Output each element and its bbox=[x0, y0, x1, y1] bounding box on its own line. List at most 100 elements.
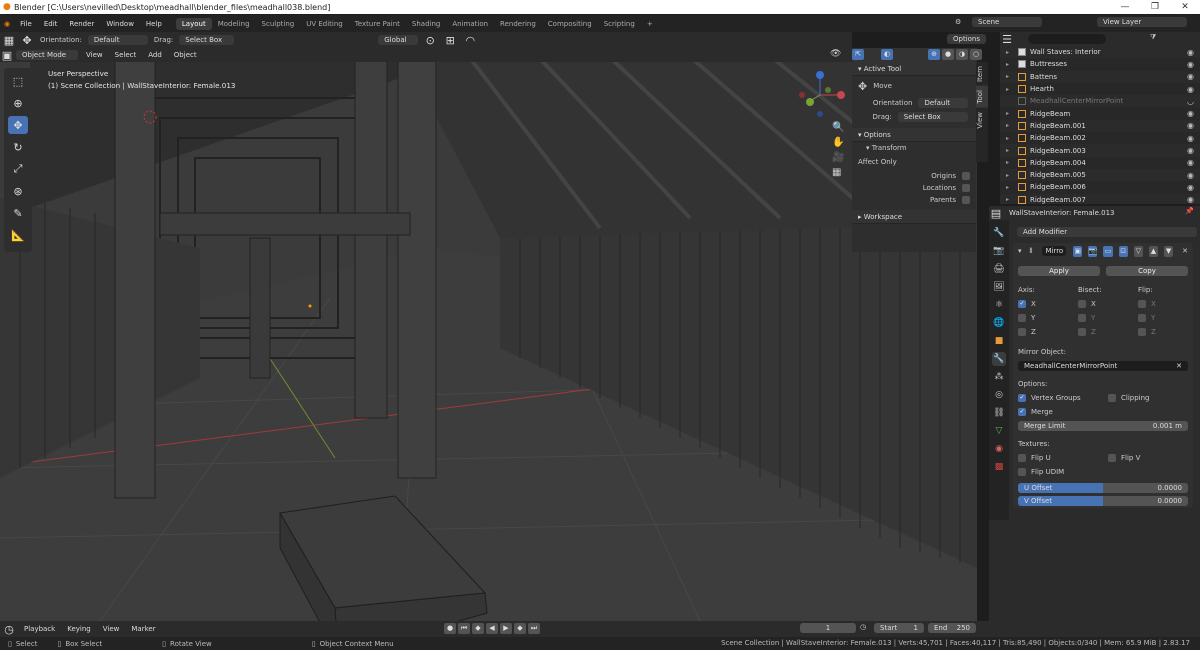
flip-y-checkbox[interactable] bbox=[1138, 314, 1146, 322]
maximize-button[interactable]: ❐ bbox=[1140, 0, 1170, 14]
list-item[interactable]: ▸ Battens ◉ bbox=[1000, 70, 1200, 83]
minimize-button[interactable]: — bbox=[1110, 0, 1140, 14]
menu-help[interactable]: Help bbox=[140, 20, 168, 28]
menu-select[interactable]: Select bbox=[109, 51, 143, 59]
move-icon[interactable]: ✥ bbox=[8, 116, 28, 134]
cage-toggle-icon[interactable]: ⊡ bbox=[1118, 245, 1128, 257]
add-modifier-dropdown[interactable]: Add Modifier bbox=[1017, 227, 1197, 237]
grid-view-icon[interactable]: ▦ bbox=[832, 167, 844, 178]
options-header[interactable]: ▾ Options bbox=[852, 128, 976, 142]
scene-props-icon[interactable]: ⚛ bbox=[992, 298, 1006, 312]
filter-icon[interactable]: ⧩ bbox=[1150, 33, 1156, 42]
material-props-icon[interactable]: ◉ bbox=[992, 442, 1006, 456]
move-down-icon[interactable]: ▼ bbox=[1163, 245, 1174, 257]
next-key-icon[interactable]: ◆ bbox=[514, 623, 526, 634]
scene-selector[interactable]: Scene bbox=[972, 17, 1042, 27]
transform-orientation-dropdown[interactable]: Global bbox=[378, 35, 419, 45]
flip-udim-checkbox[interactable] bbox=[1018, 468, 1026, 476]
menu-view[interactable]: View bbox=[80, 51, 109, 59]
tab-animation[interactable]: Animation bbox=[446, 18, 494, 30]
parents-checkbox[interactable] bbox=[962, 196, 970, 204]
list-item[interactable]: ▸ RidgeBeam.007 ◉ bbox=[1000, 193, 1200, 204]
scale-icon[interactable]: ⤢ bbox=[8, 160, 28, 178]
add-workspace-button[interactable]: + bbox=[641, 18, 659, 30]
transform-icon[interactable]: ⊛ bbox=[8, 182, 28, 200]
particles-props-icon[interactable]: ⁂ bbox=[992, 370, 1006, 384]
material-shading-icon[interactable]: ◑ bbox=[956, 49, 968, 60]
collapse-icon[interactable]: ▾ bbox=[1018, 247, 1022, 255]
list-item[interactable]: ▸ RidgeBeam.006 ◉ bbox=[1000, 181, 1200, 193]
camera-icon[interactable]: 🎥 bbox=[832, 152, 844, 163]
orientation-dropdown[interactable]: Default bbox=[87, 35, 148, 45]
modifier-name-field[interactable]: Mirro bbox=[1042, 246, 1067, 256]
axis-y-checkbox[interactable] bbox=[1018, 314, 1026, 322]
overlay-toggle-icon[interactable]: ◐ bbox=[881, 49, 893, 60]
bisect-z-checkbox[interactable] bbox=[1078, 328, 1086, 336]
play-icon[interactable]: ▶ bbox=[500, 623, 512, 634]
remove-modifier-icon[interactable]: ✕ bbox=[1182, 247, 1188, 255]
pan-hand-icon[interactable]: ✋ bbox=[832, 137, 844, 148]
tab-sculpting[interactable]: Sculpting bbox=[256, 18, 301, 30]
modifier-props-icon[interactable]: 🔧 bbox=[992, 352, 1006, 366]
menu-edit[interactable]: Edit bbox=[38, 20, 64, 28]
flip-v-checkbox[interactable] bbox=[1108, 454, 1116, 462]
close-window-button[interactable]: ✕ bbox=[1170, 0, 1200, 14]
cursor-icon[interactable]: ⊕ bbox=[8, 94, 28, 112]
axis-x-checkbox[interactable]: ✓ bbox=[1018, 300, 1026, 308]
zoom-icon[interactable]: 🔍 bbox=[832, 122, 844, 133]
camera-toggle-icon[interactable]: 📷 bbox=[1088, 245, 1098, 257]
menu-file[interactable]: File bbox=[14, 20, 38, 28]
merge-checkbox[interactable]: ✓ bbox=[1018, 408, 1026, 416]
vertex-icon[interactable]: ▽ bbox=[1133, 245, 1143, 257]
world-props-icon[interactable]: 🌐 bbox=[992, 316, 1006, 330]
menu-render[interactable]: Render bbox=[63, 20, 100, 28]
workspace-header[interactable]: ▸ Workspace bbox=[852, 210, 976, 224]
tab-tool[interactable]: Tool bbox=[976, 85, 988, 108]
annotate-icon[interactable]: ✎ bbox=[8, 204, 28, 222]
output-props-icon[interactable]: 🖨 bbox=[992, 262, 1006, 276]
tab-rendering[interactable]: Rendering bbox=[494, 18, 542, 30]
vertex-groups-checkbox[interactable]: ✓ bbox=[1018, 394, 1026, 402]
3d-viewport[interactable] bbox=[0, 48, 977, 621]
tab-item[interactable]: Item bbox=[976, 62, 988, 86]
rendered-shading-icon[interactable]: ○ bbox=[970, 49, 982, 60]
merge-limit-field[interactable]: Merge Limit 0.001 m bbox=[1018, 421, 1188, 431]
blender-menu-icon[interactable]: ◉ bbox=[4, 20, 10, 28]
locations-checkbox[interactable] bbox=[962, 184, 970, 192]
list-item[interactable]: MeadhallCenterMirrorPoint ◡ bbox=[1000, 95, 1200, 108]
move-up-icon[interactable]: ▲ bbox=[1148, 245, 1158, 257]
view-layer-selector[interactable]: View Layer bbox=[1097, 17, 1187, 27]
list-item[interactable]: ▸ RidgeBeam.004 ◉ bbox=[1000, 157, 1200, 169]
jump-start-icon[interactable]: ⏮ bbox=[458, 623, 470, 634]
flip-z-checkbox[interactable] bbox=[1138, 328, 1146, 336]
menu-timeline-view[interactable]: View bbox=[97, 625, 126, 633]
tab-shading[interactable]: Shading bbox=[406, 18, 446, 30]
rotate-icon[interactable]: ↻ bbox=[8, 138, 28, 156]
options-dropdown[interactable]: Options bbox=[947, 34, 987, 44]
move-tool-icon[interactable]: ✥ bbox=[18, 31, 36, 49]
texture-props-icon[interactable]: ▩ bbox=[992, 460, 1006, 474]
flip-x-checkbox[interactable] bbox=[1138, 300, 1146, 308]
realtime-toggle-icon[interactable]: ▭ bbox=[1103, 245, 1113, 257]
tab-scripting[interactable]: Scripting bbox=[598, 18, 641, 30]
u-offset-field[interactable]: U Offset 0.0000 bbox=[1018, 483, 1188, 493]
tab-layout[interactable]: Layout bbox=[175, 17, 212, 30]
list-item[interactable]: ▸ RidgeBeam ◉ bbox=[1000, 107, 1200, 119]
list-item[interactable]: ▸ RidgeBeam.001 ◉ bbox=[1000, 119, 1200, 133]
outliner-search-input[interactable] bbox=[1028, 34, 1106, 44]
pin-icon[interactable]: 📌 bbox=[1185, 207, 1194, 215]
clock-icon[interactable]: ◷ bbox=[860, 623, 866, 631]
start-frame-field[interactable]: Start 1 bbox=[874, 623, 924, 633]
list-item[interactable]: ▸ RidgeBeam.002 ◉ bbox=[1000, 132, 1200, 144]
copy-button[interactable]: Copy bbox=[1106, 266, 1188, 276]
constraints-props-icon[interactable]: ⛓ bbox=[992, 406, 1006, 420]
visibility-icon[interactable]: 👁 bbox=[830, 49, 841, 59]
select-box-icon[interactable]: ⬚ bbox=[8, 72, 28, 90]
tab-modeling[interactable]: Modeling bbox=[212, 18, 256, 30]
v-offset-field[interactable]: V Offset 0.0000 bbox=[1018, 496, 1188, 506]
list-item[interactable]: ▸ RidgeBeam.003 ◉ bbox=[1000, 144, 1200, 157]
timeline-editor-icon[interactable]: ◷ bbox=[0, 620, 18, 638]
gizmo-toggle-icon[interactable]: ⇱ bbox=[852, 49, 864, 60]
transform-subheader[interactable]: ▾ Transform bbox=[852, 142, 976, 154]
list-item[interactable]: ▸ Buttresses ◉ bbox=[1000, 58, 1200, 70]
